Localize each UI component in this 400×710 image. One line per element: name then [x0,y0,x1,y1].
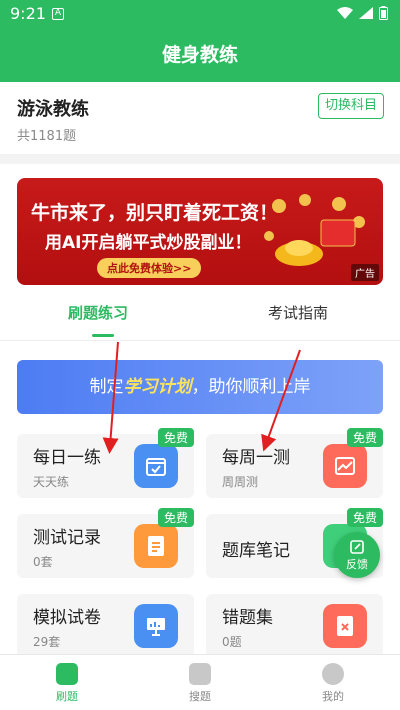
free-badge: 免费 [346,428,383,447]
subject-name: 游泳教练 [17,99,89,120]
subject-row: 游泳教练 共1181题 切换科目 [0,82,400,154]
plan-suffix: ，助你顺利上岸 [191,377,311,397]
signal-icon [359,7,373,19]
page-title: 健身教练 [161,44,238,66]
user-icon [322,663,344,685]
presentation-icon [134,604,178,648]
card-title: 错题集 [222,608,273,628]
document-icon [134,524,178,568]
top-bar: 9:21 A 健身教练 [0,0,400,82]
section-divider [0,154,400,164]
plan-highlight: 学习计划 [123,377,192,397]
edit-icon [350,540,364,554]
free-badge: 免费 [346,508,383,527]
card-mock-exam[interactable]: 模拟试卷 29套 [17,594,194,658]
card-subtitle: 0题 [222,635,242,649]
card-title: 每周一测 [222,448,290,468]
card-subtitle: 天天练 [33,475,70,489]
card-subtitle: 周周测 [222,475,259,489]
nav-practice[interactable]: 刷题 [37,663,97,704]
wifi-icon [337,7,353,19]
tab-divider [0,340,400,341]
search-icon [189,663,211,685]
tab-bar: 刷题练习 考试指南 [0,292,400,337]
status-bar: 9:21 A [0,0,400,28]
nav-search[interactable]: 搜题 [170,663,230,704]
card-wrong-questions[interactable]: 错题集 0题 [206,594,383,658]
card-subtitle: 29套 [33,635,61,649]
status-time: 9:21 [10,4,46,23]
card-test-records[interactable]: 测试记录 0套 免费 [17,508,194,578]
subject-question-count: 共1181题 [17,129,77,144]
nav-mine[interactable]: 我的 [303,663,363,704]
card-title: 题库笔记 [222,541,290,561]
plan-prefix: 制定 [89,377,124,397]
wrong-file-icon [323,604,367,648]
calendar-check-icon [134,444,178,488]
card-weekly-test[interactable]: 每周一测 周周测 免费 [206,428,383,498]
tab-exam-guide[interactable]: 考试指南 [268,302,328,323]
card-daily-practice[interactable]: 每日一练 天天练 免费 [17,428,194,498]
card-subtitle: 0套 [33,555,53,569]
ad-label: 广告 [351,264,379,281]
tab-practice[interactable]: 刷题练习 [68,302,128,323]
study-plan-banner[interactable]: 制定学习计划，助你顺利上岸 [17,360,383,414]
chart-icon [323,444,367,488]
nav-label: 刷题 [56,690,78,703]
practice-icon [56,663,78,685]
nav-label: 搜题 [189,690,211,703]
ad-banner[interactable]: 牛市来了，别只盯着死工资！ 用AI开启躺平式炒股副业！ 点此免费体验>> 广告 [17,178,383,285]
tab-active-indicator [92,334,114,337]
feedback-label: 反馈 [346,558,368,571]
free-badge: 免费 [157,428,194,447]
banner-cta-button[interactable]: 点此免费体验>> [97,258,202,278]
banner-subline: 用AI开启躺平式炒股副业！ [45,233,252,253]
battery-icon [379,6,388,20]
feedback-button[interactable]: 反馈 [334,532,380,578]
nav-label: 我的 [322,690,344,703]
screen: 9:21 A 健身教练 游泳教练 共1181题 切换科目 牛市来了，别只盯着死工… [0,0,400,710]
bottom-nav: 刷题 搜题 我的 [0,654,400,710]
free-badge: 免费 [157,508,194,527]
switch-subject-button[interactable]: 切换科目 [318,93,384,119]
status-icons [337,6,388,20]
card-title: 模拟试卷 [33,608,101,628]
coins-illustration [264,194,365,266]
banner-headline: 牛市来了，别只盯着死工资！ [31,202,279,224]
card-title: 每日一练 [33,448,101,468]
notification-icon: A [52,8,64,20]
card-title: 测试记录 [33,528,101,548]
